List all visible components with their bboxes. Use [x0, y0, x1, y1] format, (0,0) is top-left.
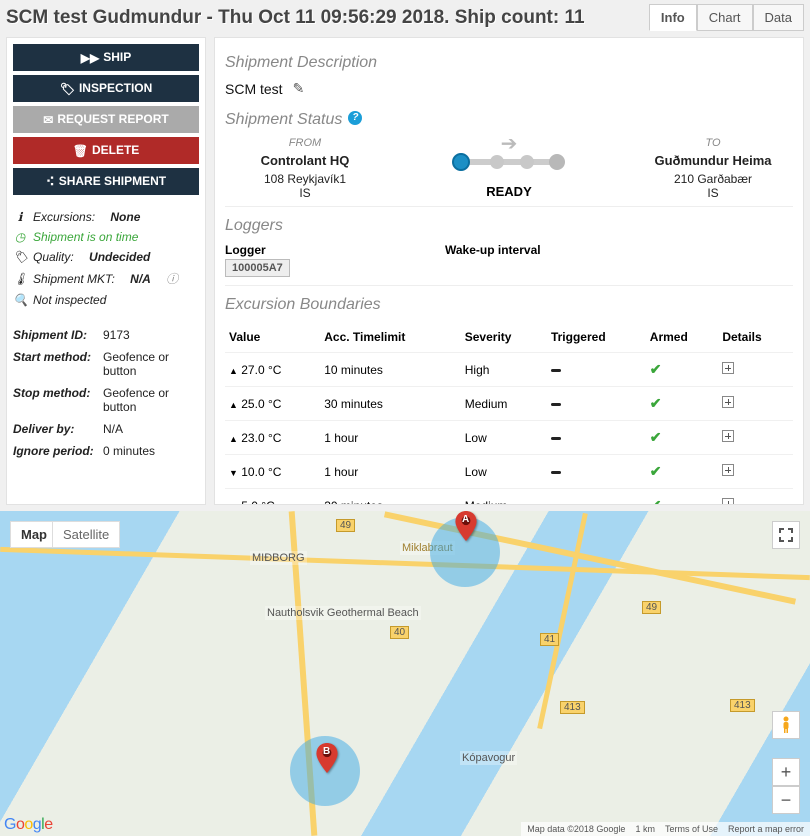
- search-icon: 🔍: [13, 293, 27, 307]
- request-report-button[interactable]: ✉REQUEST REPORT: [13, 106, 199, 133]
- tab-info[interactable]: Info: [649, 4, 697, 31]
- description-value: SCM test: [225, 81, 283, 97]
- road-shield: 49: [336, 519, 355, 532]
- road-shield: 49: [642, 601, 661, 614]
- map-label: Kópavogur: [460, 751, 517, 765]
- expand-icon[interactable]: [722, 464, 734, 476]
- info-icon: ℹ: [13, 210, 27, 224]
- sidebar: ▶▶SHIP 🏷INSPECTION ✉REQUEST REPORT 🗑DELE…: [6, 37, 206, 505]
- section-description: Shipment Description: [225, 54, 793, 72]
- minus-icon: [551, 403, 561, 406]
- check-icon: ✔: [650, 429, 662, 445]
- zoom-in-button[interactable]: +: [772, 758, 800, 786]
- loggers-col-interval: Wake-up interval: [445, 243, 541, 257]
- help-icon[interactable]: ?: [348, 111, 362, 125]
- minus-icon: [551, 471, 561, 474]
- arrow-up-icon: [229, 363, 238, 377]
- inspection-button[interactable]: 🏷INSPECTION: [13, 75, 199, 102]
- endpoint-to: TO Guðmundur Heima 210 Garðabær IS: [633, 137, 793, 200]
- map-attribution: Map data ©2018 Google 1 km Terms of Use …: [521, 822, 810, 836]
- road-shield: 413: [730, 699, 755, 712]
- thermometer-icon: 🌡: [13, 272, 27, 286]
- tab-data[interactable]: Data: [753, 4, 804, 31]
- route: FROM Controlant HQ 108 Reykjavík1 IS ➔ R…: [225, 137, 793, 200]
- map-label: Nautholsvik Geothermal Beach: [265, 606, 421, 620]
- share-button[interactable]: ⠪SHARE SHIPMENT: [13, 168, 199, 195]
- zoom-out-button[interactable]: −: [772, 786, 800, 814]
- logger-id[interactable]: 100005A7: [225, 259, 290, 277]
- arrow-up-icon: [229, 397, 238, 411]
- table-row: 27.0 °C10 minutesHigh✔: [225, 353, 793, 387]
- share-icon: ⠪: [46, 175, 55, 189]
- minus-icon: [551, 369, 561, 372]
- check-icon: ✔: [650, 463, 662, 479]
- forward-icon: ▶▶: [81, 51, 99, 65]
- arrow-up-icon: [229, 431, 238, 445]
- terms-link[interactable]: Terms of Use: [665, 824, 718, 834]
- check-icon: ✔: [650, 497, 662, 505]
- page-title: SCM test Gudmundur - Thu Oct 11 09:56:29…: [6, 7, 585, 29]
- table-row: 5.0 °C30 minutesMedium✔: [225, 489, 793, 506]
- table-row: 23.0 °C1 hourLow✔: [225, 421, 793, 455]
- progress-indicator: ➔ READY: [449, 139, 569, 199]
- map-type-satellite[interactable]: Satellite: [52, 521, 120, 548]
- meta-on-time: ◷ Shipment is on time: [13, 227, 199, 247]
- edit-icon[interactable]: ✎: [293, 80, 305, 97]
- road-shield: 413: [560, 701, 585, 714]
- tabs: Info Chart Data: [649, 4, 804, 31]
- tag-icon: 🏷: [60, 82, 75, 96]
- road-shield: 40: [390, 626, 409, 639]
- expand-icon[interactable]: [722, 362, 734, 374]
- info-icon[interactable]: ⓘ: [166, 270, 178, 287]
- shipment-properties: Shipment ID:9173 Start method:Geofence o…: [13, 324, 199, 462]
- loggers-col-logger: Logger: [225, 243, 445, 257]
- google-logo: Google: [4, 816, 53, 834]
- expand-icon[interactable]: [722, 430, 734, 442]
- road-shield: 41: [540, 633, 559, 646]
- section-boundaries: Excursion Boundaries: [225, 296, 793, 314]
- pegman-icon[interactable]: [772, 711, 800, 739]
- map-scale: 1 km: [635, 824, 655, 834]
- map[interactable]: MIÐBORG Nautholsvik Geothermal Beach Kóp…: [0, 511, 810, 836]
- fullscreen-icon[interactable]: [772, 521, 800, 549]
- check-icon: ✔: [650, 395, 662, 411]
- meta-quality: 🏷 Quality: Undecided: [13, 247, 199, 267]
- map-pin-a[interactable]: A: [455, 511, 477, 541]
- tab-chart[interactable]: Chart: [697, 4, 753, 31]
- expand-icon[interactable]: [722, 498, 734, 505]
- trash-icon: 🗑: [73, 144, 88, 158]
- arrow-down-icon: [229, 499, 238, 506]
- tag-icon: 🏷: [13, 250, 27, 264]
- meta-not-inspected: 🔍 Not inspected: [13, 290, 199, 310]
- clock-icon: ◷: [13, 230, 27, 244]
- check-icon: ✔: [650, 361, 662, 377]
- ship-button[interactable]: ▶▶SHIP: [13, 44, 199, 71]
- meta-excursions: ℹ Excursions: None: [13, 207, 199, 227]
- table-row: 10.0 °C1 hourLow✔: [225, 455, 793, 489]
- expand-icon[interactable]: [722, 396, 734, 408]
- report-error-link[interactable]: Report a map error: [728, 824, 804, 834]
- section-status: Shipment Status: [225, 111, 342, 129]
- map-pin-b[interactable]: B: [316, 743, 338, 773]
- endpoint-from: FROM Controlant HQ 108 Reykjavík1 IS: [225, 137, 385, 200]
- map-type-map[interactable]: Map: [10, 521, 58, 548]
- delete-button[interactable]: 🗑DELETE: [13, 137, 199, 164]
- boundaries-table: Value Acc. Timelimit Severity Triggered …: [225, 322, 793, 505]
- minus-icon: [551, 437, 561, 440]
- table-row: 25.0 °C30 minutesMedium✔: [225, 387, 793, 421]
- mail-icon: ✉: [43, 113, 53, 127]
- content-panel: Shipment Description SCM test ✎ Shipment…: [214, 37, 804, 505]
- section-loggers: Loggers: [225, 217, 793, 235]
- arrow-down-icon: [229, 465, 238, 479]
- map-label: MIÐBORG: [250, 551, 307, 565]
- meta-mkt: 🌡 Shipment MKT: N/A ⓘ: [13, 267, 199, 290]
